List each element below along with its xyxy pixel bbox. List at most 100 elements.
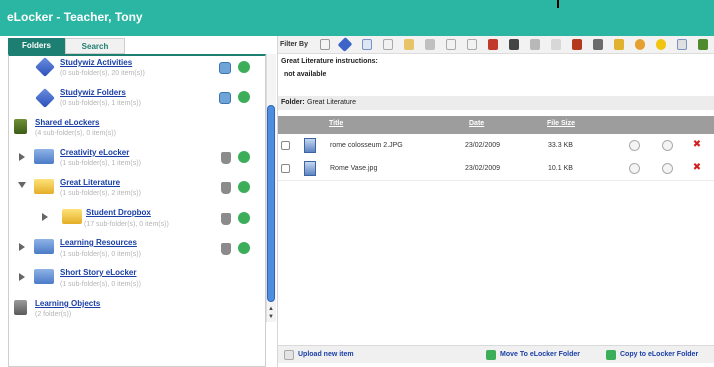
filter-label: Filter By (280, 41, 309, 48)
delete-icon[interactable]: ✖ (692, 140, 702, 150)
tab-folders[interactable]: Folders (8, 38, 65, 54)
filter-emoji-icon[interactable] (656, 39, 666, 50)
open-icon[interactable] (238, 91, 250, 103)
filter-podcast-icon[interactable] (530, 39, 540, 50)
bottom-action-bar: Upload new item Move To eLocker Folder C… (278, 345, 714, 363)
filter-quiz-icon[interactable] (488, 39, 498, 50)
row-date: 23/02/2009 (465, 142, 501, 149)
folder-icon (34, 149, 54, 164)
tree-node-count: (17 sub-folder(s), 0 item(s)) (84, 221, 169, 228)
table-row[interactable]: rome colosseum 2.JPG 23/02/2009 33.3 KB … (278, 134, 714, 158)
tree-node-count: (4 sub-folder(s), 0 item(s)) (35, 130, 116, 137)
folder-bar-label: Folder: (281, 99, 305, 106)
move-icon (486, 350, 496, 360)
upload-button[interactable]: Upload new item (298, 351, 354, 358)
edit-icon[interactable] (662, 163, 673, 174)
trash-icon[interactable] (221, 243, 231, 255)
row-title[interactable]: rome colosseum 2.JPG (330, 142, 403, 149)
filter-mail-icon[interactable] (635, 39, 645, 50)
row-date: 23/02/2009 (465, 165, 501, 172)
move-to-folder-button[interactable]: Move To eLocker Folder (500, 351, 580, 358)
tree-node-label[interactable]: Learning Resources (60, 238, 137, 247)
open-icon[interactable] (238, 212, 250, 224)
trash-icon[interactable] (221, 213, 231, 225)
share-icon[interactable] (219, 92, 231, 104)
trash-icon[interactable] (221, 182, 231, 194)
column-date[interactable]: Date (469, 120, 484, 127)
folder-bar-value: Great Literature (307, 99, 357, 106)
tree-node-label[interactable]: Studywiz Activities (60, 58, 132, 67)
scrollbar-thumb[interactable] (267, 105, 275, 302)
open-icon[interactable] (238, 61, 250, 73)
edit-icon[interactable] (662, 140, 673, 151)
expand-arrow-icon[interactable] (19, 273, 25, 281)
tree-node-label[interactable]: Student Dropbox (86, 208, 151, 217)
scroll-down-arrow-icon[interactable]: ▼ (267, 313, 275, 321)
table-header: Title Date File Size (278, 116, 714, 134)
table-row[interactable]: Rome Vase.jpg 23/02/2009 10.1 KB ✖ (278, 157, 714, 181)
filter-image-icon[interactable] (404, 39, 414, 50)
filter-toolbar: Filter By (278, 36, 714, 54)
filter-pack-icon[interactable] (572, 39, 582, 50)
tree-node-count: (0 sub-folder(s), 20 item(s)) (60, 70, 145, 77)
open-icon[interactable] (238, 151, 250, 163)
scroll-up-arrow-icon[interactable]: ▲ (267, 305, 275, 313)
column-file-size[interactable]: File Size (547, 120, 575, 127)
filter-book-icon[interactable] (698, 39, 708, 50)
copy-to-folder-button[interactable]: Copy to eLocker Folder (620, 351, 698, 358)
tree-node-count: (1 sub-folder(s), 2 item(s)) (60, 190, 141, 197)
trash-icon[interactable] (221, 152, 231, 164)
filter-activity-icon[interactable] (337, 37, 353, 52)
filter-file-icon[interactable] (446, 39, 456, 50)
divider-mark (557, 0, 559, 8)
filter-document-icon[interactable] (362, 39, 372, 50)
tree-node-label[interactable]: Great Literature (60, 178, 120, 187)
filter-pen-icon[interactable] (614, 39, 624, 50)
tree-node-count: (1 sub-folder(s), 1 item(s)) (60, 160, 141, 167)
expand-arrow-icon[interactable] (19, 243, 25, 251)
tree-node-label[interactable]: Studywiz Folders (60, 88, 126, 97)
column-title[interactable]: Title (329, 120, 343, 127)
expand-arrow-icon[interactable] (19, 153, 25, 161)
tree-node-label[interactable]: Learning Objects (35, 299, 100, 308)
image-file-icon (304, 138, 316, 153)
filter-tool-icon[interactable] (551, 39, 561, 50)
filter-flash-icon[interactable] (593, 39, 603, 50)
filter-video-icon[interactable] (509, 39, 519, 50)
info-icon[interactable] (629, 163, 640, 174)
filter-all-icon[interactable] (320, 39, 330, 50)
row-title[interactable]: Rome Vase.jpg (330, 165, 377, 172)
filter-link-icon[interactable] (425, 39, 435, 50)
upload-icon (284, 350, 294, 360)
row-checkbox[interactable] (281, 141, 290, 150)
info-icon[interactable] (629, 140, 640, 151)
filter-page-icon[interactable] (467, 39, 477, 50)
row-size: 33.3 KB (548, 142, 573, 149)
open-icon[interactable] (238, 181, 250, 193)
dropbox-icon (62, 209, 82, 224)
row-checkbox[interactable] (281, 164, 290, 173)
tree-node-count: (0 sub-folder(s), 1 item(s)) (60, 100, 141, 107)
right-pane: Filter By Great Literature instructions:… (277, 36, 714, 367)
tree-node-label[interactable]: Creativity eLocker (60, 148, 129, 157)
tree-node-label[interactable]: Short Story eLocker (60, 268, 136, 277)
copy-icon (606, 350, 616, 360)
open-folder-icon (34, 179, 54, 194)
tree-node-label[interactable]: Shared eLockers (35, 118, 99, 127)
delete-icon[interactable]: ✖ (692, 163, 702, 173)
tree-node-count: (2 folder(s)) (35, 311, 72, 318)
instructions-text: not available (284, 71, 327, 78)
expand-arrow-icon[interactable] (42, 213, 48, 221)
filter-grid-icon[interactable] (677, 39, 687, 50)
book-icon (14, 300, 27, 315)
title-bar: eLocker - Teacher, Tony (0, 0, 714, 36)
folder-icon (34, 239, 54, 254)
window-title: eLocker - Teacher, Tony (7, 10, 143, 24)
share-icon[interactable] (219, 62, 231, 74)
tab-search[interactable]: Search (65, 38, 125, 54)
image-file-icon (304, 161, 316, 176)
filter-text-icon[interactable] (383, 39, 393, 50)
open-icon[interactable] (238, 242, 250, 254)
book-icon (14, 119, 27, 134)
collapse-arrow-icon[interactable] (18, 182, 26, 188)
